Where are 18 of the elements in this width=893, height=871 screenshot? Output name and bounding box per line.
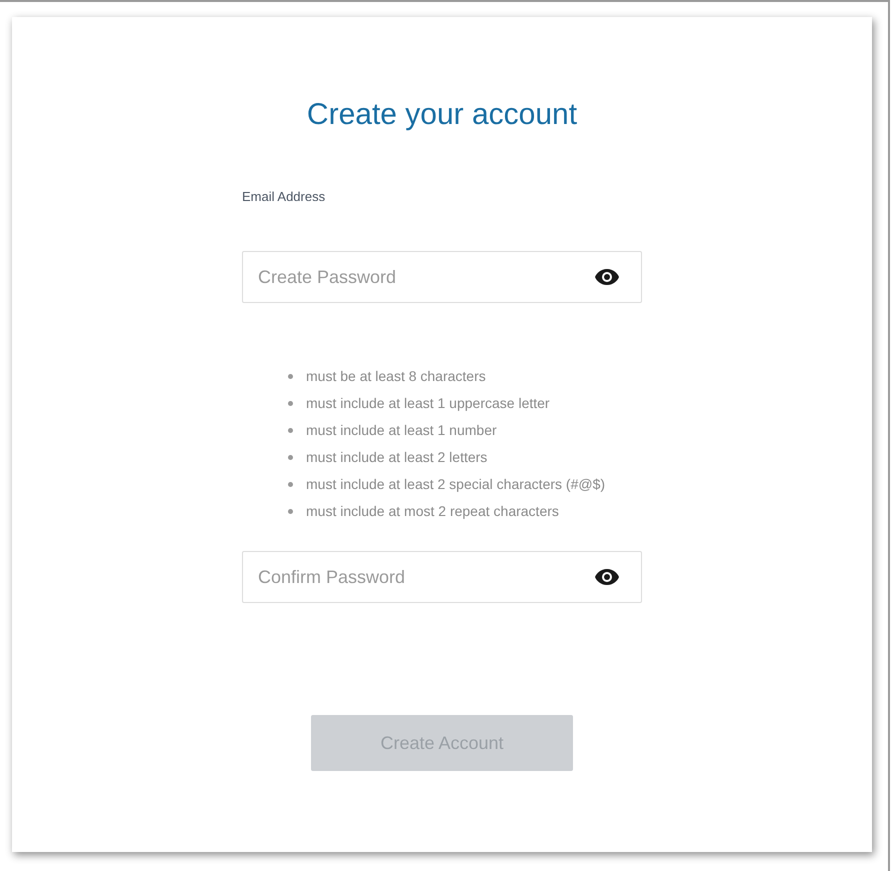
bullet-icon	[288, 509, 293, 514]
requirement-text: must include at most 2 repeat characters	[306, 502, 559, 521]
password-field[interactable]: Create Password	[242, 251, 642, 303]
eye-icon[interactable]	[594, 268, 620, 286]
bullet-icon	[288, 482, 293, 487]
eye-icon[interactable]	[594, 568, 620, 586]
bullet-icon	[288, 401, 293, 406]
requirement-text: must be at least 8 characters	[306, 367, 486, 386]
confirm-password-field[interactable]: Confirm Password	[242, 551, 642, 603]
requirement-text: must include at least 1 number	[306, 421, 497, 440]
requirement-text: must include at least 1 uppercase letter	[306, 394, 550, 413]
page-title: Create your account	[306, 97, 578, 133]
bullet-icon	[288, 428, 293, 433]
bullet-icon	[288, 374, 293, 379]
field-label: Email Address	[242, 188, 326, 201]
requirement-text: must include at least 2 letters	[306, 448, 488, 467]
bullet-icon	[288, 455, 293, 460]
requirement-text: must include at least 2 special characters (#@$)	[306, 475, 606, 494]
